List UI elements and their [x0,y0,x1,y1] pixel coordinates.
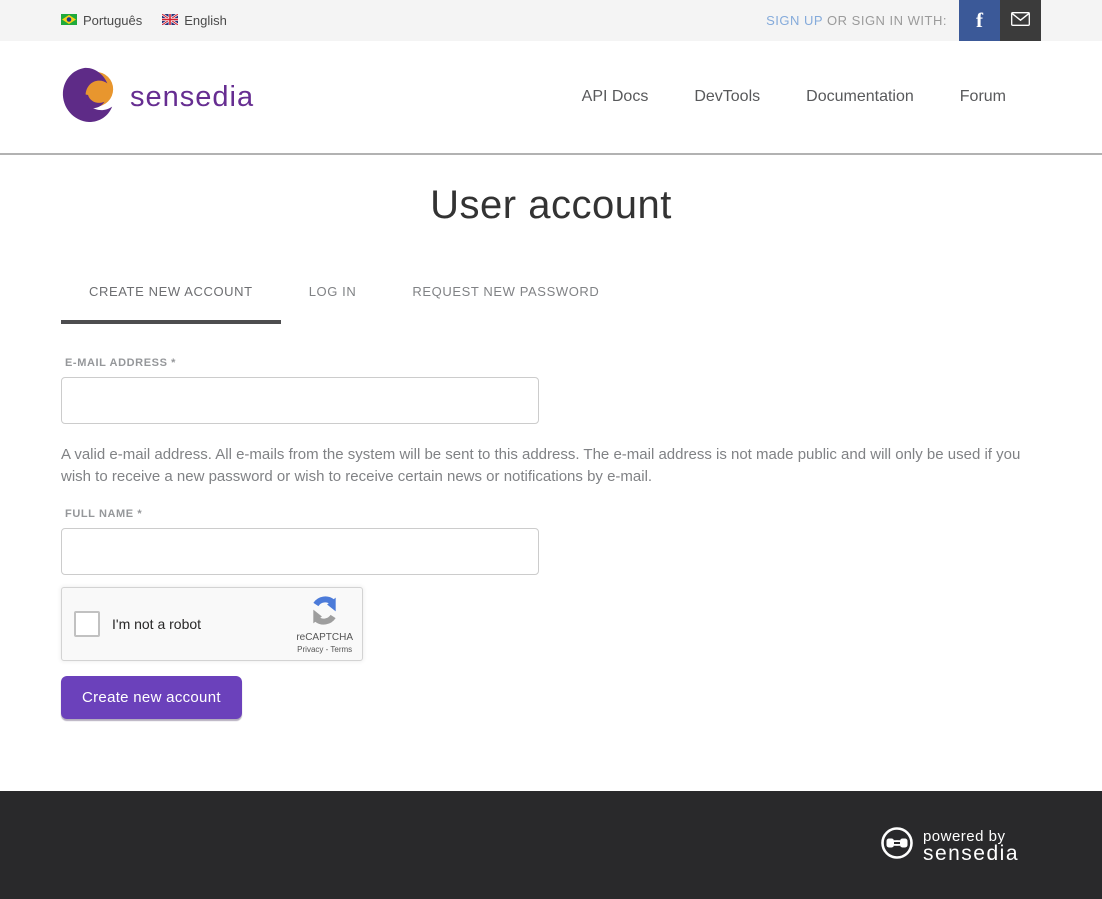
nav-documentation[interactable]: Documentation [806,88,914,106]
site-footer: powered by sensedia [0,791,1102,899]
account-tabs: CREATE NEW ACCOUNT LOG IN REQUEST NEW PA… [61,284,1041,324]
full-name-label: FULL NAME * [65,508,1041,520]
tab-request-new-password[interactable]: REQUEST NEW PASSWORD [384,284,627,324]
create-account-form: E-MAIL ADDRESS * A valid e-mail address.… [61,357,1041,719]
signin-area: SIGN UP OR SIGN IN WITH: f [766,0,1041,41]
recaptcha-privacy-terms-links[interactable]: Privacy - Terms [297,645,352,654]
facebook-icon: f [976,8,983,33]
main-content: User account CREATE NEW ACCOUNT LOG IN R… [0,155,1102,791]
language-english[interactable]: English [162,13,227,28]
nav-devtools[interactable]: DevTools [694,88,760,106]
email-icon [1011,12,1030,29]
brazil-flag-icon [61,13,77,28]
uk-flag-icon [162,13,178,28]
facebook-signin-button[interactable]: f [959,0,1000,41]
tab-log-in[interactable]: LOG IN [281,284,385,324]
recaptcha-checkbox-label: I'm not a robot [112,616,201,632]
email-help-text: A valid e-mail address. All e-mails from… [61,444,1041,487]
page-title: User account [0,155,1102,228]
sensedia-logo[interactable]: sensedia [61,66,254,129]
signin-text: SIGN UP OR SIGN IN WITH: [766,0,947,41]
full-name-field[interactable] [61,528,539,575]
sign-up-link[interactable]: SIGN UP [766,13,823,28]
create-new-account-button[interactable]: Create new account [61,676,242,719]
email-signin-button[interactable] [1000,0,1041,41]
footer-brand-label: sensedia [923,844,1019,863]
email-address-label: E-MAIL ADDRESS * [65,357,1041,369]
nav-forum[interactable]: Forum [960,88,1006,106]
recaptcha-brand-label: reCAPTCHA [296,632,353,643]
recaptcha-logo-icon [309,595,340,631]
language-portugues-label: Português [83,13,142,28]
recaptcha-checkbox[interactable] [74,611,100,637]
recaptcha-widget: I'm not a robot reCAPTCHA Privacy - Term… [61,587,363,661]
language-english-label: English [184,13,227,28]
site-header: sensedia API Docs DevTools Documentation… [0,41,1102,155]
sensedia-logo-icon [61,66,117,129]
top-bar: Português English SIGN UP OR SIGN IN WIT… [0,0,1102,41]
tab-create-new-account[interactable]: CREATE NEW ACCOUNT [61,284,281,324]
powered-by-text: powered by sensedia [923,829,1019,863]
recaptcha-brand: reCAPTCHA Privacy - Terms [296,595,353,654]
main-nav: API Docs DevTools Documentation Forum [582,88,1041,106]
language-switcher: Português English [61,0,227,41]
powered-by-sensedia[interactable]: powered by sensedia [880,826,1019,865]
or-sign-in-with-label: OR SIGN IN WITH: [827,13,947,28]
email-address-field[interactable] [61,377,539,424]
language-portugues[interactable]: Português [61,13,142,28]
sensedia-wordmark: sensedia [130,81,254,114]
powered-by-sensedia-icon [880,826,914,865]
nav-api-docs[interactable]: API Docs [582,88,649,106]
